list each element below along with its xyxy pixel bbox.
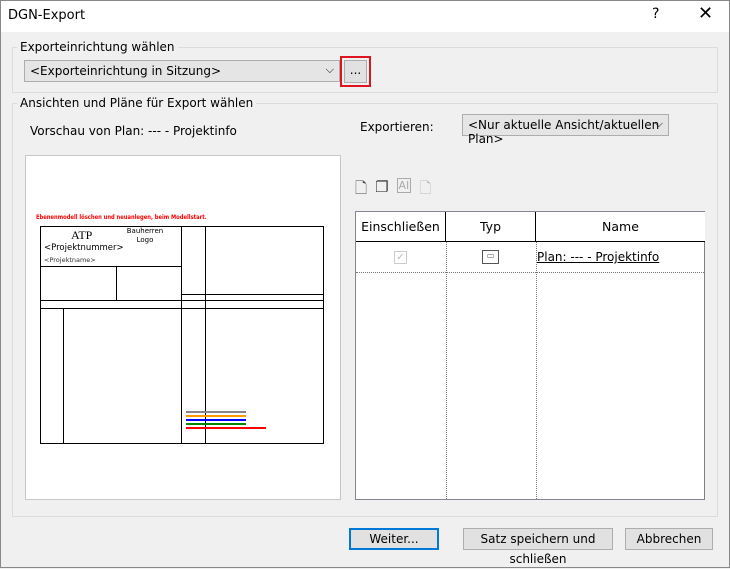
plan-preview: Ebenenmodell löschen und neuanlegen, bei… — [25, 155, 341, 500]
setup-group-label: Exporteinrichtung wählen — [17, 40, 178, 54]
rename-set-icon[interactable]: AI — [396, 178, 412, 193]
close-button[interactable]: ✕ — [698, 3, 713, 24]
atp-logo: ATP — [71, 228, 93, 242]
duplicate-set-icon[interactable]: ❐ — [375, 178, 388, 203]
column-header-include[interactable]: Einschließen — [356, 212, 446, 242]
save-and-close-button[interactable]: Satz speichern und schließen — [463, 528, 613, 566]
set-toolbar: 🗋 ❐ AI 🗋 — [355, 178, 431, 203]
cancel-button[interactable]: Abbrechen — [625, 528, 713, 550]
title-bar — [0, 0, 730, 32]
column-header-name[interactable]: Name — [536, 212, 705, 242]
chevron-down-icon: ⌵ — [325, 63, 334, 76]
project-name: <Projektname> — [44, 256, 96, 264]
views-table: Einschließen Typ Name ✓ ▭ Plan: --- - Pr… — [355, 211, 705, 500]
include-checkbox[interactable]: ✓ — [394, 251, 407, 264]
client-logo: Bauherren Logo — [126, 227, 164, 244]
preview-label: Vorschau von Plan: --- - Projektinfo — [30, 124, 237, 138]
project-number: <Projektnummer> — [44, 243, 124, 253]
window-title: DGN-Export — [8, 8, 86, 23]
preview-warning: Ebenenmodell löschen und neuanlegen, bei… — [36, 213, 207, 221]
next-button[interactable]: Weiter... — [349, 528, 439, 550]
browse-setup-button[interactable]: ... — [344, 60, 367, 83]
sheet-icon: ▭ — [482, 250, 499, 264]
chevron-down-icon: ⌵ — [654, 117, 663, 130]
export-setup-value: <Exporteinrichtung in Sitzung> — [30, 64, 222, 78]
views-group-label: Ansichten und Pläne für Export wählen — [17, 96, 257, 110]
help-button[interactable]: ? — [652, 6, 659, 22]
export-setup-combo[interactable]: <Exporteinrichtung in Sitzung> ⌵ — [24, 60, 340, 82]
export-label: Exportieren: — [360, 120, 434, 134]
new-set-icon[interactable]: 🗋 — [355, 178, 367, 203]
export-scope-combo[interactable]: <Nur aktuelle Ansicht/aktuellen Plan> ⌵ — [462, 114, 669, 146]
view-name-link[interactable]: Plan: --- - Projektinfo — [537, 250, 659, 264]
delete-set-icon[interactable]: 🗋 — [419, 178, 431, 203]
column-header-type[interactable]: Typ — [446, 212, 536, 242]
